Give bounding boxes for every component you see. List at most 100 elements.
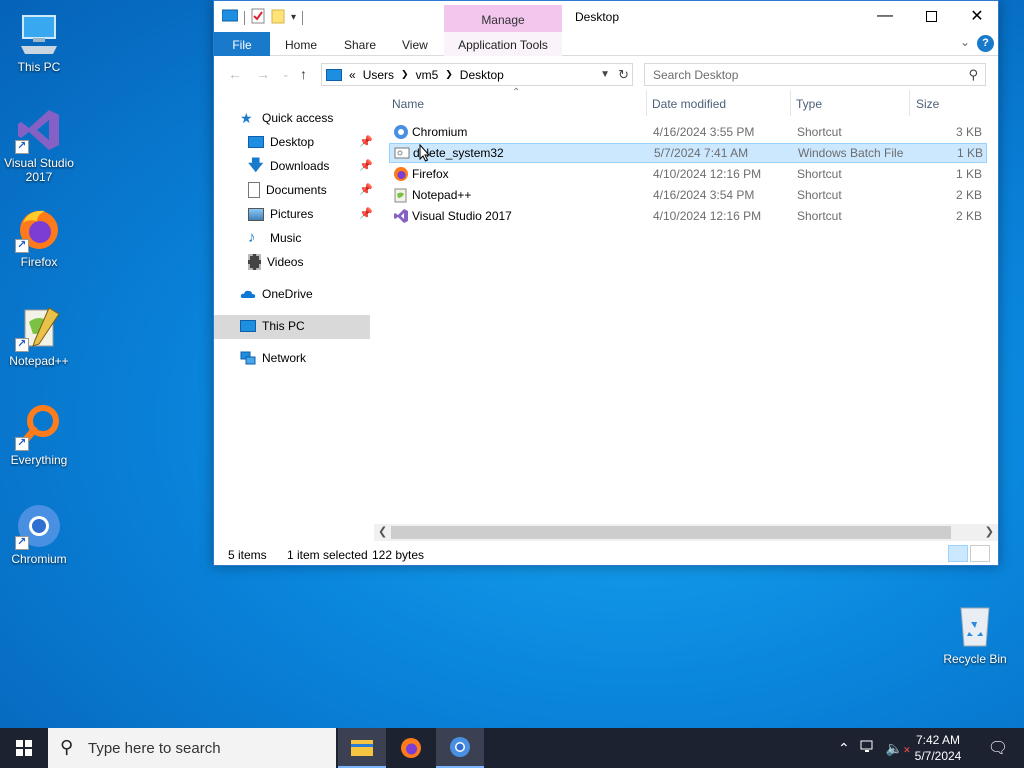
scroll-right-icon[interactable]: ❯ <box>985 525 994 538</box>
taskbar-search-box[interactable]: ⚲ Type here to search <box>48 728 336 768</box>
desktop-icon-visual-studio[interactable]: Visual Studio 2017 <box>0 106 78 184</box>
file-name: Chromium <box>412 125 468 139</box>
file-name: Firefox <box>412 167 449 181</box>
sidebar-item-quick-access[interactable]: ★ Quick access <box>240 106 333 130</box>
sidebar-item-documents[interactable]: Documents <box>248 178 327 202</box>
batch-file-icon <box>394 145 410 161</box>
file-row[interactable]: Chromium 4/16/2024 3:55 PM Shortcut 3 KB <box>389 122 987 142</box>
sidebar-item-videos[interactable]: Videos <box>248 250 303 274</box>
maximize-button[interactable] <box>908 1 954 31</box>
clock[interactable]: 7:42 AM 5/7/2024 <box>902 732 974 764</box>
file-row[interactable]: Firefox 4/10/2024 12:16 PM Shortcut 1 KB <box>389 164 987 184</box>
desktop-icon-chromium[interactable]: Chromium <box>0 502 78 566</box>
file-list: ⌃ Name Date modified Type Size Chromium … <box>387 87 987 530</box>
file-row[interactable]: Notepad++ 4/16/2024 3:54 PM Shortcut 2 K… <box>389 185 987 205</box>
sidebar-item-this-pc[interactable]: This PC <box>240 314 305 338</box>
file-row[interactable]: Visual Studio 2017 4/10/2024 12:16 PM Sh… <box>389 206 987 226</box>
taskbar-firefox[interactable] <box>387 728 435 768</box>
sort-ascending-icon: ⌃ <box>512 87 521 98</box>
large-icons-view-icon[interactable] <box>970 545 990 562</box>
breadcrumb-separator-icon: ❯ <box>445 69 453 79</box>
column-divider[interactable] <box>646 90 647 116</box>
customize-toolbar-icon[interactable]: ▾ <box>291 12 296 23</box>
computer-icon <box>15 10 63 58</box>
breadcrumb-desktop[interactable]: Desktop <box>460 68 504 82</box>
picture-icon <box>248 207 264 221</box>
sidebar-item-music[interactable]: ♪ Music <box>248 226 301 250</box>
pin-icon[interactable]: 📌 <box>359 183 373 196</box>
notification-center-icon[interactable]: 🗨 <box>978 728 1018 768</box>
desktop-icon-this-pc[interactable]: This PC <box>0 10 78 74</box>
close-button[interactable]: ✕ <box>954 1 1000 31</box>
file-row[interactable]: delete_system32 5/7/2024 7:41 AM Windows… <box>389 143 987 163</box>
desktop-icon-everything[interactable]: Everything <box>0 403 78 467</box>
taskbar-chromium[interactable] <box>436 728 484 768</box>
refresh-icon[interactable]: ↻ <box>618 67 629 83</box>
file-size: 2 KB <box>955 209 982 223</box>
desktop-icon-notepadpp[interactable]: Notepad++ <box>0 304 78 368</box>
pin-icon[interactable]: 📌 <box>359 135 373 148</box>
column-divider[interactable] <box>909 90 910 116</box>
desktop-icon-firefox[interactable]: Firefox <box>0 205 78 269</box>
search-box[interactable]: Search Desktop ⚲ <box>644 63 986 86</box>
pin-icon[interactable]: 📌 <box>359 207 373 220</box>
new-folder-icon[interactable] <box>271 8 285 27</box>
show-hidden-icons-icon[interactable]: ⌃ <box>838 740 850 757</box>
sidebar-item-label: Pictures <box>270 207 314 221</box>
breadcrumb-vm5[interactable]: vm5 <box>416 68 439 82</box>
up-button[interactable]: ↑ <box>300 66 307 82</box>
network-status-icon[interactable] <box>860 740 876 757</box>
file-date: 4/10/2024 12:16 PM <box>653 167 762 181</box>
sidebar-item-pictures[interactable]: Pictures <box>248 202 313 226</box>
tab-share[interactable]: Share <box>344 32 376 56</box>
sidebar-item-onedrive[interactable]: OneDrive <box>240 282 313 306</box>
breadcrumb-users[interactable]: Users <box>363 68 394 82</box>
minimize-button[interactable]: — <box>862 1 908 31</box>
tab-file[interactable]: File <box>214 32 270 56</box>
file-type: Shortcut <box>797 125 842 139</box>
sidebar-item-label: Music <box>270 231 302 245</box>
notepadpp-icon <box>393 187 409 203</box>
horizontal-scrollbar[interactable]: ❮ ❯ <box>374 524 998 541</box>
details-view-icon[interactable] <box>948 545 968 562</box>
tab-application-tools[interactable]: Application Tools <box>444 32 562 56</box>
address-bar[interactable]: « Users ❯ vm5 ❯ Desktop ▼ ↻ <box>321 63 633 86</box>
breadcrumb-overflow[interactable]: « <box>349 68 356 82</box>
properties-icon[interactable] <box>251 8 265 27</box>
address-dropdown-icon[interactable]: ▼ <box>600 69 610 80</box>
desktop-icon <box>248 136 264 148</box>
back-button[interactable]: ← <box>228 66 242 82</box>
sidebar-item-downloads[interactable]: 🡇 Downloads <box>248 154 329 178</box>
tab-home[interactable]: Home <box>285 32 317 56</box>
file-date: 4/16/2024 3:54 PM <box>653 188 755 202</box>
expand-ribbon-icon[interactable]: ⌄ <box>960 35 970 49</box>
desktop-icon-recycle-bin[interactable]: Recycle Bin <box>936 602 1014 666</box>
explorer-app-icon[interactable] <box>221 9 239 26</box>
shortcut-arrow-icon <box>15 139 29 154</box>
recycle-bin-icon <box>951 602 999 650</box>
taskbar: ⚲ Type here to search ⌃ 🔈✕ 7:42 AM 5/7/2… <box>0 728 1024 768</box>
forward-button[interactable]: → <box>256 66 270 82</box>
sidebar-item-network[interactable]: Network <box>240 346 306 370</box>
column-header-size[interactable]: Size <box>916 97 939 111</box>
manage-contextual-tab[interactable]: Manage <box>444 5 562 32</box>
taskbar-file-explorer[interactable] <box>338 728 386 768</box>
search-icon: ⚲ <box>968 67 978 82</box>
help-button[interactable]: ? <box>977 35 994 52</box>
pin-icon[interactable]: 📌 <box>359 159 373 172</box>
tab-view[interactable]: View <box>402 32 428 56</box>
scrollbar-thumb[interactable] <box>391 526 951 539</box>
sidebar-item-desktop[interactable]: Desktop <box>248 130 314 154</box>
start-button[interactable] <box>0 728 48 768</box>
search-input[interactable]: Search Desktop <box>653 68 738 82</box>
address-row: ← → ⌄ ↑ « Users ❯ vm5 ❯ Desktop ▼ ↻ Sear… <box>214 56 998 92</box>
scroll-left-icon[interactable]: ❮ <box>378 525 387 538</box>
search-icon: ⚲ <box>60 737 74 757</box>
recent-locations-icon[interactable]: ⌄ <box>282 69 290 80</box>
taskbar-search-input[interactable]: Type here to search <box>88 740 221 757</box>
status-item-count: 5 items <box>228 548 267 562</box>
column-divider[interactable] <box>790 90 791 116</box>
column-header-type[interactable]: Type <box>796 97 822 111</box>
column-header-date[interactable]: Date modified <box>652 97 726 111</box>
column-header-name[interactable]: Name <box>392 97 424 111</box>
